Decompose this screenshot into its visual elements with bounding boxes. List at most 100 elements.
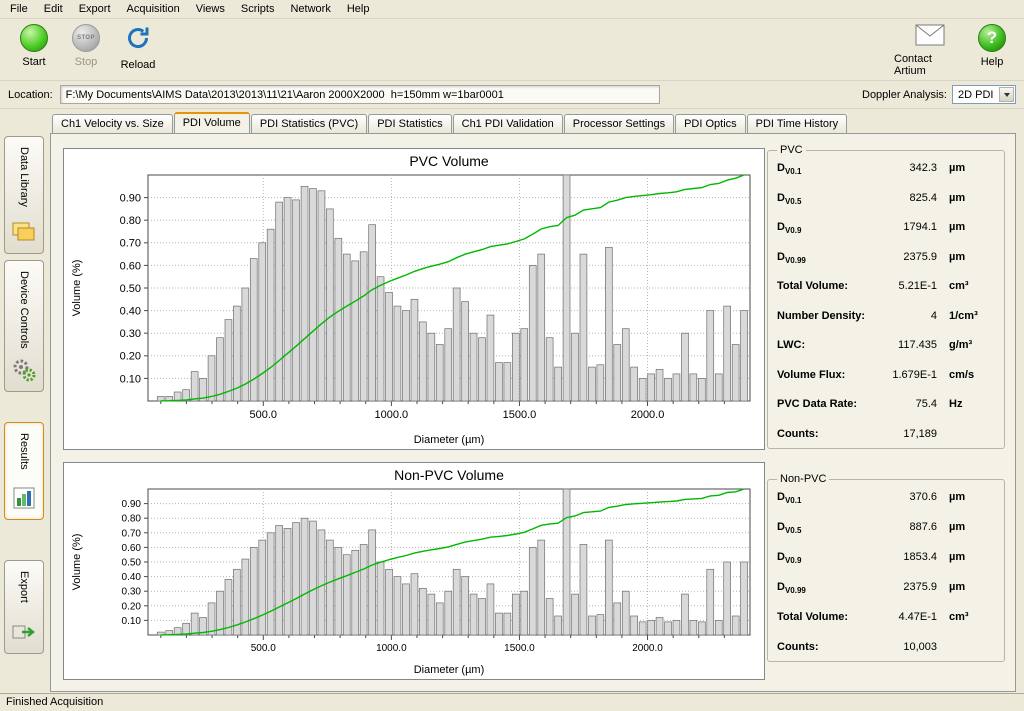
svg-text:0.20: 0.20 bbox=[120, 351, 141, 363]
sidebar-item-device-controls[interactable]: Device Controls bbox=[4, 260, 44, 392]
tab-processor-settings[interactable]: Processor Settings bbox=[564, 114, 674, 133]
stat-row: Counts: 10,003 bbox=[777, 641, 995, 655]
svg-text:0.50: 0.50 bbox=[122, 558, 142, 569]
stat-unit: µm bbox=[949, 162, 995, 174]
location-input[interactable] bbox=[60, 85, 660, 104]
stat-value: 17,189 bbox=[903, 428, 937, 440]
stop-icon: STOP bbox=[72, 24, 100, 52]
svg-text:0.40: 0.40 bbox=[120, 305, 141, 317]
tab-ch1-velocity-vs-size[interactable]: Ch1 Velocity vs. Size bbox=[52, 114, 173, 133]
menu-item-scripts[interactable]: Scripts bbox=[233, 1, 283, 17]
svg-text:0.80: 0.80 bbox=[120, 215, 141, 227]
stat-row: DV0.99 2375.9 µm bbox=[777, 581, 995, 595]
stat-row: DV0.9 1853.4 µm bbox=[777, 551, 995, 565]
envelope-icon bbox=[915, 24, 945, 49]
doppler-analysis-select[interactable]: 2D PDI bbox=[952, 85, 1016, 104]
menu-bar: FileEditExportAcquisitionViewsScriptsNet… bbox=[0, 0, 1024, 19]
export-icon bbox=[11, 620, 37, 647]
menu-item-acquisition[interactable]: Acquisition bbox=[119, 1, 188, 17]
stat-row: DV0.5 825.4 µm bbox=[777, 192, 995, 206]
menu-item-edit[interactable]: Edit bbox=[36, 1, 71, 17]
stat-label: Number Density: bbox=[777, 310, 865, 324]
svg-text:0.60: 0.60 bbox=[122, 543, 142, 554]
tab-pdi-statistics[interactable]: PDI Statistics bbox=[368, 114, 451, 133]
sidebar-item-export[interactable]: Export bbox=[4, 560, 44, 654]
tab-pdi-optics[interactable]: PDI Optics bbox=[675, 114, 746, 133]
stat-row: Volume Flux: 1.679E-1 cm/s bbox=[777, 369, 995, 383]
stat-label: DV0.1 bbox=[777, 162, 801, 176]
stat-label: Total Volume: bbox=[777, 611, 848, 625]
stat-value: 370.6 bbox=[909, 491, 937, 503]
svg-text:0.30: 0.30 bbox=[122, 587, 142, 598]
stat-value: 75.4 bbox=[916, 398, 937, 410]
doppler-analysis-value: 2D PDI bbox=[958, 89, 993, 101]
stat-value: 825.4 bbox=[909, 192, 937, 204]
svg-text:1500.0: 1500.0 bbox=[504, 643, 535, 654]
non-pvc-group-title: Non-PVC bbox=[777, 473, 829, 485]
menu-item-network[interactable]: Network bbox=[282, 1, 338, 17]
stat-unit: µm bbox=[949, 192, 995, 204]
pvc-stats-group: PVC DV0.1 342.3 µm DV0.5 825.4 µm DV0.9 bbox=[767, 144, 1005, 449]
svg-text:0.70: 0.70 bbox=[122, 528, 142, 539]
stat-row: PVC Data Rate: 75.4 Hz bbox=[777, 398, 995, 412]
svg-text:Volume (%): Volume (%) bbox=[71, 534, 83, 591]
stat-value: 2375.9 bbox=[903, 251, 937, 263]
svg-text:500.0: 500.0 bbox=[250, 409, 278, 421]
svg-text:0.10: 0.10 bbox=[120, 373, 141, 385]
tab-pdi-time-history[interactable]: PDI Time History bbox=[747, 114, 848, 133]
non-pvc-volume-chart-box: Non-PVC Volume0.100.200.300.400.500.600.… bbox=[63, 462, 765, 680]
stat-row: DV0.99 2375.9 µm bbox=[777, 251, 995, 265]
sidebar-item-label: Device Controls bbox=[18, 271, 30, 349]
stat-label: DV0.9 bbox=[777, 221, 801, 235]
svg-text:1000.0: 1000.0 bbox=[376, 643, 407, 654]
svg-text:1000.0: 1000.0 bbox=[375, 409, 409, 421]
start-button[interactable]: Start bbox=[8, 24, 60, 68]
status-text: Finished Acquisition bbox=[6, 696, 103, 708]
menu-item-file[interactable]: File bbox=[2, 1, 36, 17]
tab-ch1-pdi-validation[interactable]: Ch1 PDI Validation bbox=[453, 114, 563, 133]
svg-text:Diameter (µm): Diameter (µm) bbox=[414, 664, 485, 676]
results-icon bbox=[12, 486, 36, 513]
stat-label: Total Volume: bbox=[777, 280, 848, 294]
stat-row: Total Volume: 5.21E-1 cm³ bbox=[777, 280, 995, 294]
tabs-row: Ch1 Velocity vs. SizePDI VolumePDI Stati… bbox=[50, 112, 1016, 133]
menu-item-views[interactable]: Views bbox=[188, 1, 233, 17]
location-row: Location: Doppler Analysis: 2D PDI bbox=[0, 81, 1024, 109]
stat-value: 887.6 bbox=[909, 521, 937, 533]
reload-button[interactable]: Reload bbox=[112, 24, 164, 71]
sidebar-item-results[interactable]: Results bbox=[4, 422, 44, 520]
help-icon: ? bbox=[978, 24, 1006, 52]
svg-text:Non-PVC Volume: Non-PVC Volume bbox=[394, 467, 504, 483]
sidebar-item-data-library[interactable]: Data Library bbox=[4, 136, 44, 254]
stat-unit: µm bbox=[949, 551, 995, 563]
svg-text:1500.0: 1500.0 bbox=[503, 409, 537, 421]
svg-text:0.40: 0.40 bbox=[122, 572, 142, 583]
stat-unit: cm³ bbox=[949, 280, 995, 292]
svg-text:2000.0: 2000.0 bbox=[631, 409, 665, 421]
location-label: Location: bbox=[8, 89, 53, 101]
svg-text:0.30: 0.30 bbox=[120, 328, 141, 340]
svg-text:0.80: 0.80 bbox=[122, 514, 142, 525]
status-bar: Finished Acquisition bbox=[0, 693, 1024, 711]
contact-artium-button[interactable]: Contact Artium bbox=[894, 24, 966, 77]
menu-item-help[interactable]: Help bbox=[339, 1, 378, 17]
stat-row: LWC: 117.435 g/m³ bbox=[777, 339, 995, 353]
tab-pdi-statistics-pvc-[interactable]: PDI Statistics (PVC) bbox=[251, 114, 367, 133]
stop-button[interactable]: STOP Stop bbox=[60, 24, 112, 68]
sidebar: Data Library Device Controls Results Exp… bbox=[3, 136, 47, 654]
stat-row: Total Volume: 4.47E-1 cm³ bbox=[777, 611, 995, 625]
tab-pdi-volume[interactable]: PDI Volume bbox=[174, 112, 250, 133]
stat-row: Counts: 17,189 bbox=[777, 428, 995, 442]
stat-label: DV0.5 bbox=[777, 192, 801, 206]
help-button[interactable]: ? Help bbox=[966, 24, 1018, 77]
combo-dropdown-button[interactable] bbox=[999, 87, 1014, 102]
stat-value: 1.679E-1 bbox=[892, 369, 937, 381]
svg-text:PVC Volume: PVC Volume bbox=[409, 153, 489, 169]
svg-text:500.0: 500.0 bbox=[251, 643, 276, 654]
menu-item-export[interactable]: Export bbox=[71, 1, 119, 17]
stat-row: DV0.5 887.6 µm bbox=[777, 521, 995, 535]
stat-label: DV0.1 bbox=[777, 491, 801, 505]
start-icon bbox=[20, 24, 48, 52]
stats-column: PVC DV0.1 342.3 µm DV0.5 825.4 µm DV0.9 bbox=[767, 144, 1005, 686]
svg-text:Diameter (µm): Diameter (µm) bbox=[414, 434, 485, 446]
